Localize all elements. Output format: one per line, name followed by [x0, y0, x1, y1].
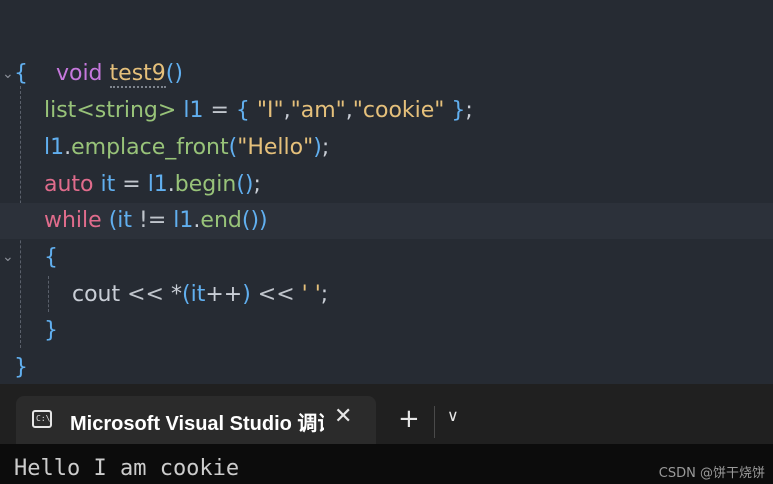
dot: .	[167, 172, 175, 197]
terminal-window: C:\ Microsoft Visual Studio 调试控制台 ✕ + ∨ …	[0, 384, 773, 484]
init-close: }	[444, 98, 466, 123]
code-line-5[interactable]: auto it = l1.begin();	[0, 167, 773, 203]
code-line-4[interactable]: l1.emplace_front("Hello");	[0, 130, 773, 166]
identifier-cout: cout	[72, 282, 121, 307]
variable: l1	[173, 208, 194, 233]
dropdown-chevron-icon[interactable]: ∨	[447, 406, 459, 425]
init-open: {	[235, 98, 257, 123]
variable: it	[100, 172, 116, 197]
code-line-1[interactable]: ⌄ void test9()	[0, 20, 773, 88]
code-line-10[interactable]: }	[0, 350, 773, 386]
operator: ++	[205, 282, 243, 307]
variable: l1	[44, 135, 65, 160]
code-line-7[interactable]: {	[0, 240, 773, 276]
char-literal: ' '	[301, 282, 321, 307]
paren: )	[242, 282, 251, 307]
comma: ,	[283, 98, 291, 123]
variable: it	[190, 282, 206, 307]
variable: l1	[183, 98, 204, 123]
open-brace: {	[14, 61, 28, 86]
method-name: begin	[174, 172, 237, 197]
comma: ,	[345, 98, 353, 123]
paren: (	[228, 135, 238, 160]
close-tab-button[interactable]: ✕	[334, 404, 352, 429]
variable: l1	[147, 172, 168, 197]
paren: (	[181, 282, 191, 307]
operator: <<	[120, 282, 171, 307]
string-literal: "cookie"	[352, 98, 445, 123]
string-literal: "am"	[290, 98, 346, 123]
close-brace: }	[14, 355, 28, 380]
operator: *	[170, 282, 182, 307]
paren: )	[313, 135, 322, 160]
tab-bar: C:\ Microsoft Visual Studio 调试控制台 ✕ + ∨	[0, 384, 773, 444]
code-line-8[interactable]: cout << *(it++) << ' ';	[0, 277, 773, 313]
output-text: Hello I am cookie	[14, 456, 240, 481]
method-name: end	[200, 208, 242, 233]
console-output[interactable]: Hello I am cookie CSDN @饼干烧饼	[0, 444, 773, 484]
operator: =	[203, 98, 236, 123]
paren: (	[108, 208, 118, 233]
semicolon: ;	[321, 135, 330, 160]
semicolon: ;	[320, 282, 329, 307]
keyword-while: while	[44, 208, 102, 233]
operator: !=	[132, 208, 174, 233]
semicolon: ;	[465, 98, 473, 123]
code-line-9[interactable]: }	[0, 313, 773, 349]
console-icon: C:\	[32, 410, 52, 428]
parens: ())	[241, 208, 268, 233]
method-name: emplace_front	[71, 135, 229, 160]
console-icon-label: C:\	[36, 414, 51, 423]
tab-divider	[434, 406, 435, 438]
watermark: CSDN @饼干烧饼	[658, 466, 765, 481]
code-line-6-current[interactable]: ⌄ while (it != l1.end())	[0, 203, 773, 265]
open-brace: {	[44, 245, 58, 270]
terminal-tab[interactable]: C:\ Microsoft Visual Studio 调试控制台 ✕	[16, 396, 376, 444]
code-editor[interactable]: ⌄ void test9() { list<string> l1 = { "I"…	[0, 0, 773, 384]
operator: <<	[250, 282, 302, 307]
type-name: list<string>	[44, 98, 177, 123]
tab-title: Microsoft Visual Studio 调试控制台	[70, 413, 324, 435]
parens: ()	[236, 172, 254, 197]
string-literal: "I"	[256, 98, 284, 123]
code-line-3[interactable]: list<string> l1 = { "I","am","cookie" };	[0, 93, 773, 129]
new-tab-button[interactable]: +	[398, 404, 420, 434]
operator: =	[115, 172, 148, 197]
code-line-2[interactable]: {	[0, 56, 773, 92]
semicolon: ;	[253, 172, 261, 197]
close-brace: }	[44, 318, 58, 343]
keyword-auto: auto	[44, 172, 94, 197]
variable: it	[117, 208, 133, 233]
string-literal: "Hello"	[237, 135, 314, 160]
